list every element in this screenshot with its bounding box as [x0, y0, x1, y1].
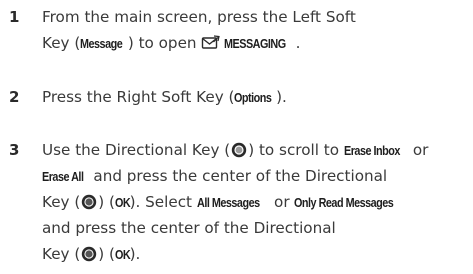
text-run: Key (: [42, 245, 81, 263]
step-number: 3: [9, 141, 20, 159]
key-label-ok: OK: [114, 247, 131, 262]
step-line: Key (Message ) to open MESSAGING.: [42, 30, 473, 56]
softkey-label-message: Message: [80, 36, 123, 51]
text-run: Key (: [42, 34, 81, 52]
step-number: 2: [9, 88, 20, 106]
step-line: From the main screen, press the Left Sof…: [42, 4, 473, 30]
step-line: Press the Right Soft Key (Options).: [42, 84, 473, 110]
text-run: ) to scroll to: [248, 141, 344, 159]
step-line: Use the Directional Key () to scroll to …: [42, 137, 473, 163]
directional-key-center-icon: [82, 194, 97, 210]
directional-key-icon: [232, 142, 247, 158]
text-run: ).: [276, 88, 287, 106]
text-run: Use the Directional Key (: [42, 141, 231, 159]
step-number: 1: [9, 8, 20, 26]
text-run: or: [269, 193, 295, 211]
menu-label-messaging: MESSAGING: [224, 36, 287, 51]
softkey-label-options: Options: [234, 90, 272, 105]
text-run: Press the Right Soft Key (: [42, 88, 235, 106]
step-line: and press the center of the Directional: [42, 215, 473, 241]
text-run: ). Select: [129, 193, 197, 211]
text-run: Key (: [42, 193, 81, 211]
key-label-ok: OK: [114, 195, 131, 210]
text-run: ) (: [98, 245, 115, 263]
step-line: Key ( ) (OK). Select All Messages or Only…: [42, 189, 473, 215]
messaging-envelope-icon: [202, 35, 221, 49]
text-run: .: [295, 34, 301, 52]
text-run: ).: [129, 245, 141, 263]
directional-key-center-icon: [82, 246, 97, 262]
text-run: ) (: [98, 193, 115, 211]
text-run: ) to open: [127, 34, 202, 52]
text-run: From the main screen, press the Left Sof…: [42, 8, 356, 26]
menu-label-erase-inbox: Erase Inbox: [343, 143, 400, 158]
menu-label-erase-all: Erase All: [42, 169, 84, 184]
step-text: Press the Right Soft Key (Options).: [42, 84, 473, 110]
option-label-all-messages: All Messages: [196, 195, 260, 210]
step-line: Key ( ) (OK).: [42, 241, 473, 267]
step-text: Use the Directional Key () to scroll to …: [42, 137, 473, 267]
step-line: Erase All and press the center of the Di…: [42, 163, 473, 189]
text-run: and press the center of the Directional: [42, 219, 336, 237]
text-run: or: [408, 141, 429, 159]
text-run: and press the center of the Directional: [88, 167, 388, 185]
step-text: From the main screen, press the Left Sof…: [42, 4, 473, 56]
option-label-only-read-messages: Only Read Messages: [294, 195, 394, 210]
